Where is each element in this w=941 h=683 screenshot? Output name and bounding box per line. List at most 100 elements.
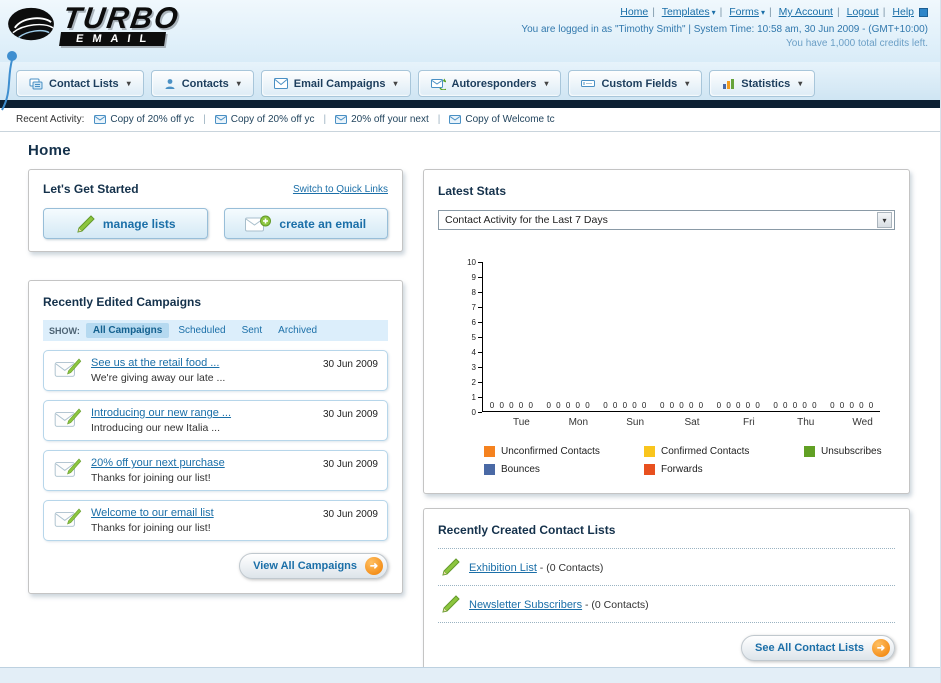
select-arrow-icon: ▾ — [877, 212, 892, 228]
category-label: Tue — [512, 417, 530, 428]
top-link-my-account[interactable]: My Account — [779, 6, 833, 18]
contact-list-link[interactable]: Exhibition List — [469, 562, 537, 574]
category-label: Sat — [684, 417, 700, 428]
caret-down-icon: ▾ — [761, 8, 766, 17]
tab-label: Contact Lists — [49, 77, 119, 90]
campaign-row[interactable]: Welcome to our email list Thanks for joi… — [43, 500, 388, 541]
separator: | — [769, 6, 772, 18]
caret-down-icon: ▾ — [393, 79, 398, 88]
get-started-panel: Let's Get Started Switch to Quick Links … — [28, 169, 403, 252]
recent-activity-item[interactable]: Copy of Welcome tc — [449, 114, 555, 125]
nav-divider-bar — [0, 100, 940, 108]
separator: | — [719, 6, 723, 18]
tab-contact-lists[interactable]: Contact Lists ▾ — [16, 70, 144, 97]
campaign-link[interactable]: Introducing our new range ... — [91, 407, 315, 419]
filter-sent[interactable]: Sent — [235, 323, 270, 338]
view-all-campaigns-button[interactable]: View All Campaigns ➜ — [239, 553, 388, 579]
tab-statistics[interactable]: Statistics ▾ — [709, 70, 816, 97]
filter-all-campaigns[interactable]: All Campaigns — [85, 323, 170, 338]
recent-activity-text: 20% off your next — [351, 114, 429, 125]
chart-bar-group: 0 0 0 0 0 — [540, 262, 597, 411]
chart-categories: Tue Mon Sun Sat Fri Thu Wed — [493, 412, 891, 428]
bar-value-labels: 0 0 0 0 0 — [489, 401, 533, 410]
separator: | — [323, 114, 327, 125]
main-nav: Contact Lists ▾ Contacts ▾ Email Campaigns… — [0, 62, 940, 100]
campaign-date: 30 Jun 2009 — [322, 509, 378, 520]
contact-list-row[interactable]: Exhibition List - (0 Contacts) — [438, 549, 895, 586]
edit-list-icon — [442, 595, 460, 613]
switch-quick-links-link[interactable]: Switch to Quick Links — [293, 184, 388, 195]
edit-campaign-icon — [54, 508, 82, 527]
campaign-subject: Thanks for joining our list! — [91, 522, 211, 534]
edit-campaign-icon — [54, 408, 82, 427]
legend-label: Confirmed Contacts — [661, 446, 750, 457]
pencil-icon — [77, 214, 95, 233]
chart-bar-group: 0 0 0 0 0 — [767, 262, 824, 411]
create-email-button[interactable]: create an email — [223, 208, 388, 239]
separator: | — [437, 114, 441, 125]
filter-scheduled[interactable]: Scheduled — [171, 323, 232, 338]
legend-item: Bounces — [484, 464, 644, 475]
campaign-link[interactable]: 20% off your next purchase — [91, 457, 315, 469]
contact-list-link[interactable]: Newsletter Subscribers — [469, 599, 582, 611]
envelope-plus-icon — [245, 215, 272, 231]
campaign-row[interactable]: See us at the retail food ... We're givi… — [43, 350, 388, 391]
top-links: Home | Templates ▾ | Forms ▾ | My Account | Lo… — [521, 6, 928, 18]
legend-swatch — [804, 446, 815, 457]
contact-list-count: - (0 Contacts) — [536, 562, 604, 574]
view-all-campaigns-label: View All Campaigns — [253, 560, 357, 572]
see-all-contact-lists-button[interactable]: See All Contact Lists ➜ — [740, 635, 895, 661]
recent-activity-item[interactable]: 20% off your next — [335, 114, 429, 125]
see-all-contact-lists-label: See All Contact Lists — [754, 642, 864, 654]
tab-label: Statistics — [741, 77, 791, 90]
filter-archived[interactable]: Archived — [271, 323, 324, 338]
credits-status: You have 1,000 total credits left. — [786, 38, 928, 49]
campaign-link[interactable]: Welcome to our email list — [91, 507, 315, 519]
category-label: Fri — [743, 417, 755, 428]
tab-email-campaigns[interactable]: Email Campaigns ▾ — [260, 70, 411, 97]
separator: | — [882, 6, 886, 18]
email-campaigns-icon — [273, 78, 288, 89]
legend-item: Unsubscribes — [804, 446, 895, 457]
top-link-home[interactable]: Home — [620, 6, 648, 18]
stats-period-select[interactable]: Contact Activity for the Last 7 Days ▾ — [438, 210, 895, 230]
help-icon[interactable] — [919, 7, 928, 17]
header-right: Home | Templates ▾ | Forms ▾ | My Account | Lo… — [521, 4, 932, 49]
page: TURBO EMAIL Home | Templates ▾ | Forms ▾ | My… — [0, 0, 941, 683]
bar-value-labels: 0 0 0 0 0 — [546, 401, 590, 410]
campaign-row[interactable]: 20% off your next purchase Thanks for jo… — [43, 450, 388, 491]
separator: | — [836, 6, 840, 18]
tab-label: Email Campaigns — [293, 77, 386, 90]
contacts-icon — [165, 78, 175, 89]
tab-custom-fields[interactable]: Custom Fields ▾ — [568, 70, 703, 97]
decorative-swoosh — [1, 51, 17, 111]
top-link-templates[interactable]: Templates — [662, 6, 710, 18]
latest-stats-panel: Latest Stats Contact Activity for the La… — [423, 169, 910, 494]
header: TURBO EMAIL Home | Templates ▾ | Forms ▾ | My… — [0, 0, 940, 62]
campaign-link[interactable]: See us at the retail food ... — [91, 357, 315, 369]
get-started-title: Let's Get Started — [43, 182, 139, 196]
legend-label: Forwards — [661, 464, 703, 475]
page-title: Home — [28, 142, 71, 159]
contact-list-count: - (0 Contacts) — [582, 599, 649, 611]
footer-band — [0, 667, 940, 683]
chart-bar-group: 0 0 0 0 0 — [483, 262, 540, 411]
recent-activity-item[interactable]: Copy of 20% off yc — [214, 114, 314, 125]
top-link-forms[interactable]: Forms — [729, 6, 759, 18]
tab-contacts[interactable]: Contacts ▾ — [150, 70, 254, 97]
tab-autoresponders[interactable]: Autoresponders ▾ — [417, 70, 562, 97]
manage-lists-button[interactable]: manage lists — [43, 208, 208, 239]
recent-activity-item[interactable]: Copy of 20% off yc — [94, 114, 194, 125]
create-email-label: create an email — [279, 216, 367, 231]
envelope-icon — [335, 115, 348, 124]
top-link-logout[interactable]: Logout — [847, 6, 879, 18]
bar-value-labels: 0 0 0 0 0 — [773, 401, 817, 410]
statistics-icon — [723, 78, 735, 89]
legend-label: Unconfirmed Contacts — [501, 446, 600, 457]
contact-list-row[interactable]: Newsletter Subscribers - (0 Contacts) — [438, 586, 895, 623]
bar-value-labels: 0 0 0 0 0 — [659, 401, 704, 410]
top-link-help[interactable]: Help — [892, 6, 914, 18]
category-label: Thu — [797, 417, 815, 428]
campaign-row[interactable]: Introducing our new range ... Introducin… — [43, 400, 388, 441]
legend-swatch — [644, 464, 655, 475]
